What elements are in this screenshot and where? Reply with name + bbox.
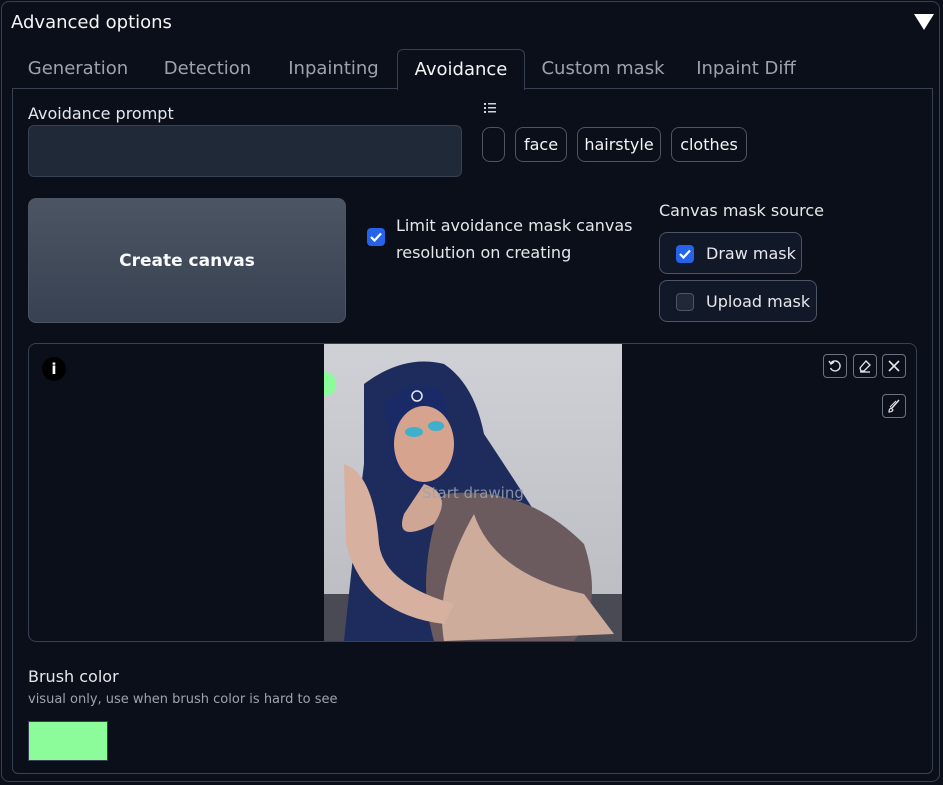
upload-mask-label: Upload mask (706, 292, 811, 311)
tab-avoidance[interactable]: Avoidance (397, 49, 525, 90)
brush-color-label: Brush color (28, 667, 119, 686)
tab-custom-mask[interactable]: Custom mask (528, 49, 678, 89)
draw-mask-checkbox[interactable] (676, 245, 694, 263)
tab-inpaint-diff[interactable]: Inpaint Diff (678, 49, 814, 89)
brush-icon (888, 399, 900, 413)
avoidance-prompt-label: Avoidance prompt (28, 104, 174, 123)
tab-inpainting[interactable]: Inpainting (271, 49, 396, 89)
tab-detection[interactable]: Detection (144, 49, 271, 89)
collapse-triangle-icon[interactable] (914, 14, 934, 30)
brush-color-hint: visual only, use when brush color is har… (28, 692, 338, 707)
limit-resolution-label: Limit avoidance mask canvas resolution o… (396, 216, 633, 262)
tab-bar: Generation Detection Inpainting Avoidanc… (12, 49, 931, 90)
eraser-icon (859, 360, 871, 373)
avoidance-prompt-input[interactable] (28, 125, 462, 177)
info-icon[interactable]: i (42, 357, 66, 381)
check-icon (679, 249, 691, 260)
clear-button[interactable] (882, 354, 906, 378)
prompt-chip-empty[interactable] (482, 127, 505, 162)
list-icon (484, 103, 496, 113)
check-icon (370, 232, 382, 243)
mask-source-label: Canvas mask source (659, 201, 825, 220)
brush-button[interactable] (882, 394, 906, 418)
prompt-chip-hairstyle[interactable]: hairstyle (577, 127, 661, 162)
upload-mask-checkbox[interactable] (676, 293, 694, 311)
panel-title[interactable]: Advanced options (11, 12, 172, 33)
undo-icon (828, 360, 841, 372)
close-icon (888, 360, 900, 372)
limit-resolution-checkbox[interactable] (367, 228, 385, 246)
undo-button[interactable] (823, 354, 847, 378)
tab-generation[interactable]: Generation (12, 49, 144, 89)
draw-mask-label: Draw mask (706, 244, 796, 263)
prompt-chip-clothes[interactable]: clothes (671, 127, 747, 162)
create-canvas-button[interactable]: Create canvas (28, 198, 346, 323)
upload-mask-option[interactable]: Upload mask (659, 280, 817, 322)
prompt-chip-face[interactable]: face (515, 127, 567, 162)
draw-mask-option[interactable]: Draw mask (659, 232, 802, 274)
eraser-button[interactable] (853, 354, 877, 378)
canvas-placeholder: Start drawing (422, 484, 524, 502)
brush-color-swatch[interactable] (28, 721, 108, 761)
